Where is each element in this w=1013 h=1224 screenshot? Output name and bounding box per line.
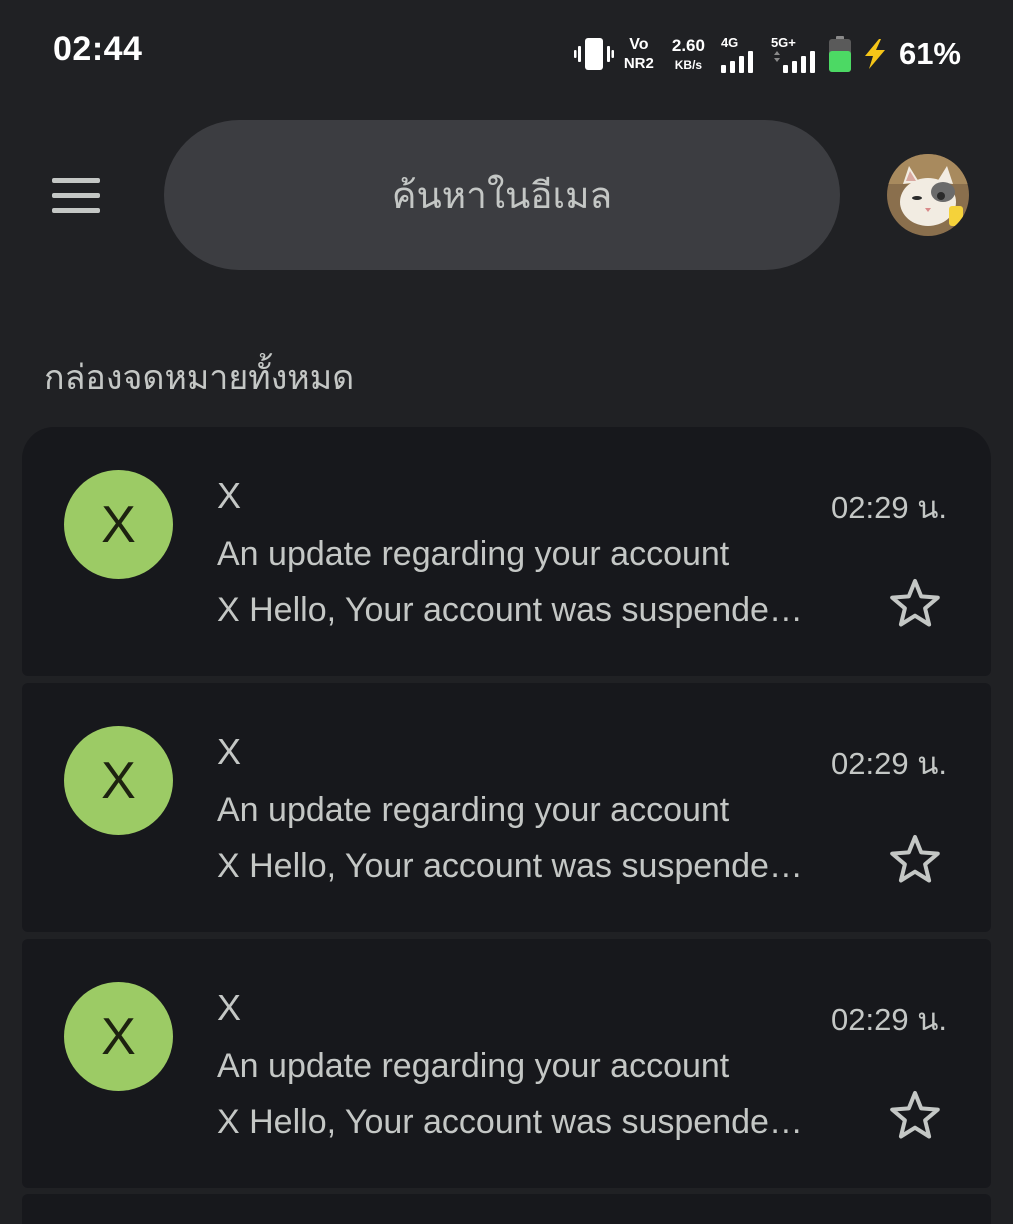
- sender-name: X: [217, 731, 242, 772]
- email-snippet: X Hello, Your account was suspende…: [217, 847, 803, 885]
- account-avatar[interactable]: [887, 154, 969, 236]
- email-subject: An update regarding your account: [217, 1047, 730, 1085]
- email-time: 02:29 น.: [831, 490, 947, 525]
- email-row[interactable]: X X 02:29 น. An update regarding your ac…: [22, 683, 991, 932]
- signal-icon: [773, 50, 815, 73]
- status-bar: 02:44 Vo NR2 2.60 KB/s 4G 5G+ 61%: [0, 0, 1013, 100]
- email-snippet: X Hello, Your account was suspende…: [217, 591, 803, 629]
- email-time: 02:29 น.: [831, 1002, 947, 1037]
- status-icons: Vo NR2 2.60 KB/s 4G 5G+ 61%: [573, 32, 961, 76]
- sender-name: X: [217, 475, 242, 516]
- email-subject: An update regarding your account: [217, 535, 730, 573]
- network-speed: 2.60 KB/s: [672, 37, 705, 71]
- email-row-partial[interactable]: [22, 1194, 991, 1224]
- network-label-4g: 4G: [720, 34, 739, 50]
- battery-icon: [828, 36, 851, 72]
- volte-bottom: NR2: [623, 55, 654, 72]
- sender-name: X: [217, 987, 242, 1028]
- star-icon[interactable]: [886, 831, 944, 889]
- email-time: 02:29 น.: [831, 746, 947, 781]
- email-subject: An update regarding your account: [217, 791, 730, 829]
- search-placeholder: ค้นหาในอีเมล: [391, 174, 613, 216]
- speed-unit: KB/s: [674, 58, 703, 72]
- signal-icon: [720, 50, 753, 73]
- sender-avatar[interactable]: X: [64, 726, 173, 835]
- hamburger-menu-icon[interactable]: [50, 176, 102, 216]
- sender-avatar[interactable]: X: [64, 982, 173, 1091]
- battery-percentage: 61%: [898, 36, 961, 71]
- mailbox-section-label: กล่องจดหมายทั้งหมด: [44, 359, 355, 397]
- cat-photo-icon: [887, 154, 969, 236]
- status-time: 02:44: [53, 30, 143, 68]
- email-row[interactable]: X X 02:29 น. An update regarding your ac…: [22, 427, 991, 676]
- sender-avatar[interactable]: X: [64, 470, 173, 579]
- signal-4g: 4G: [720, 34, 757, 73]
- volte-indicator: Vo NR2: [623, 36, 654, 72]
- email-row[interactable]: X X 02:29 น. An update regarding your ac…: [22, 939, 991, 1188]
- charging-bolt-icon: [864, 39, 885, 69]
- email-snippet: X Hello, Your account was suspende…: [217, 1103, 803, 1141]
- vibrate-icon: [573, 38, 614, 70]
- star-icon[interactable]: [886, 1087, 944, 1145]
- volte-top: Vo: [629, 36, 649, 53]
- network-label-5g: 5G+: [770, 34, 796, 50]
- speed-value: 2.60: [671, 36, 705, 55]
- signal-5g: 5G+: [771, 36, 819, 73]
- search-input[interactable]: ค้นหาในอีเมล: [164, 120, 840, 270]
- email-list: X X 02:29 น. An update regarding your ac…: [22, 427, 991, 1195]
- star-icon[interactable]: [886, 575, 944, 633]
